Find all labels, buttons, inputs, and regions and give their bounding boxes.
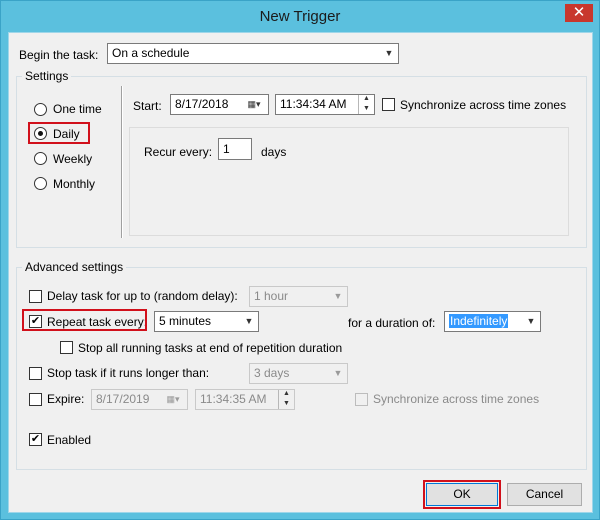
expire-checkbox[interactable]	[29, 393, 42, 406]
stop-all-label: Stop all running tasks at end of repetit…	[78, 341, 343, 355]
advanced-settings-title: Advanced settings	[22, 260, 127, 274]
chevron-down-icon: ▼	[333, 368, 343, 378]
daily-highlight-box	[28, 122, 90, 144]
title-bar[interactable]: New Trigger ✕	[1, 1, 599, 32]
stop-if-longer-label: Stop task if it runs longer than:	[47, 366, 210, 380]
expire-date-value: 8/17/2019	[96, 392, 150, 406]
radio-weekly[interactable]	[34, 152, 47, 165]
recur-panel	[129, 127, 569, 236]
chevron-down-icon: ▼	[526, 316, 536, 326]
chevron-down-icon: ▼	[244, 316, 254, 326]
delay-value: 1 hour	[254, 289, 289, 303]
radio-monthly-label: Monthly	[53, 177, 96, 191]
repeat-interval-dropdown[interactable]: 5 minutes ▼	[154, 311, 259, 332]
enabled-checkbox[interactable]: ✔	[29, 433, 42, 446]
expire-sync-checkbox[interactable]	[355, 393, 368, 406]
dialog-title: New Trigger	[259, 8, 341, 25]
spin-up-icon[interactable]: ▲	[359, 95, 374, 104]
expire-date-picker[interactable]: 8/17/2019 ▦▾	[91, 389, 188, 410]
begin-task-dropdown[interactable]: On a schedule ▼	[107, 43, 399, 64]
delay-task-checkbox[interactable]	[29, 290, 42, 303]
start-time-field[interactable]: 11:34:34 AM ▲ ▼	[275, 94, 375, 115]
expire-time-field[interactable]: 11:34:35 AM ▲ ▼	[195, 389, 295, 410]
spin-down-icon[interactable]: ▼	[359, 104, 374, 114]
stop-if-longer-dropdown[interactable]: 3 days ▼	[249, 363, 348, 384]
duration-dropdown[interactable]: Indefinitely ▼	[444, 311, 541, 332]
begin-task-label: Begin the task:	[19, 48, 99, 62]
repeat-interval-value: 5 minutes	[159, 314, 212, 328]
radio-weekly-label: Weekly	[53, 152, 93, 166]
expire-label: Expire:	[47, 392, 85, 406]
duration-value: Indefinitely	[449, 314, 509, 328]
radio-one-time-label: One time	[53, 102, 102, 116]
dialog-window: New Trigger ✕ Begin the task: On a sched…	[0, 0, 600, 520]
calendar-icon: ▦▾	[247, 99, 261, 109]
delay-dropdown[interactable]: 1 hour ▼	[249, 286, 348, 307]
chevron-down-icon: ▼	[333, 291, 343, 301]
delay-task-label: Delay task for up to (random delay):	[47, 289, 238, 303]
recur-unit-label: days	[261, 145, 287, 159]
radio-one-time[interactable]	[34, 103, 47, 116]
duration-label: for a duration of:	[348, 316, 436, 330]
spin-down-icon[interactable]: ▼	[279, 399, 294, 409]
start-date-picker[interactable]: 8/17/2018 ▦▾	[170, 94, 269, 115]
recur-every-input[interactable]: 1	[218, 138, 252, 160]
expire-time-spinner[interactable]: ▲ ▼	[278, 390, 294, 409]
settings-group-title: Settings	[22, 69, 72, 83]
start-time-value: 11:34:34 AM	[280, 97, 347, 111]
cancel-button[interactable]: Cancel	[507, 483, 582, 506]
chevron-down-icon: ▼	[384, 48, 394, 58]
repeat-highlight-box	[22, 309, 147, 331]
ok-highlight-box	[423, 480, 501, 509]
start-time-spinner[interactable]: ▲ ▼	[358, 95, 374, 114]
dialog-content: Begin the task: On a schedule ▼ Settings…	[8, 32, 593, 513]
recur-every-label: Recur every:	[144, 145, 213, 159]
close-button[interactable]: ✕	[565, 4, 593, 22]
expire-time-value: 11:34:35 AM	[200, 392, 267, 406]
stop-all-checkbox[interactable]	[60, 341, 73, 354]
start-label: Start:	[133, 99, 162, 113]
spin-up-icon[interactable]: ▲	[279, 390, 294, 399]
stop-if-longer-value: 3 days	[254, 366, 290, 380]
settings-divider	[121, 86, 123, 238]
close-icon: ✕	[572, 4, 586, 21]
radio-monthly[interactable]	[34, 177, 47, 190]
expire-sync-label: Synchronize across time zones	[373, 392, 540, 406]
start-date-value: 8/17/2018	[175, 97, 229, 111]
enabled-label: Enabled	[47, 433, 92, 447]
stop-if-longer-checkbox[interactable]	[29, 367, 42, 380]
calendar-icon: ▦▾	[166, 394, 180, 404]
sync-timezones-label: Synchronize across time zones	[400, 98, 567, 112]
sync-timezones-checkbox[interactable]	[382, 98, 395, 111]
begin-task-value: On a schedule	[112, 46, 190, 60]
